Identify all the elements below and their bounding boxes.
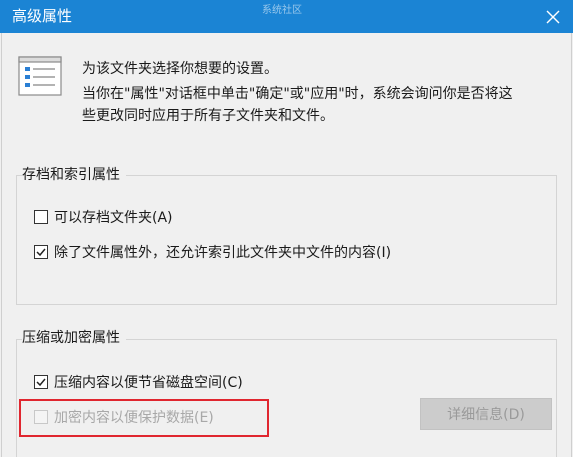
compress-checkbox-row[interactable]: 压缩内容以便节省磁盘空间(C): [34, 372, 243, 392]
archive-checkbox-label: 可以存档文件夹(A): [54, 210, 173, 226]
compress-checkbox-label: 压缩内容以便节省磁盘空间(C): [54, 375, 243, 391]
index-checkbox-row[interactable]: 除了文件属性外，还允许索引此文件夹中文件的内容(I): [34, 242, 391, 262]
highlight-box: [19, 399, 269, 437]
index-checkbox[interactable]: [34, 245, 48, 259]
window-title: 高级属性: [12, 7, 73, 25]
intro-line-2: 当你在"属性"对话框中单击"确定"或"应用"时，系统会询问你是否将这: [82, 86, 513, 102]
index-checkbox-label: 除了文件属性外，还允许索引此文件夹中文件的内容(I): [54, 245, 392, 261]
watermark-text: 系统社区: [262, 5, 302, 16]
compress-group-label: 压缩或加密属性: [22, 328, 126, 348]
archive-index-group: [16, 175, 557, 305]
close-icon: [546, 10, 560, 23]
checkmark-icon: [36, 248, 46, 257]
archive-group-label: 存档和索引属性: [22, 165, 126, 185]
checkmark-icon: [36, 378, 46, 387]
details-button[interactable]: 详细信息(D): [420, 398, 552, 430]
document-list-icon: [18, 56, 62, 96]
archive-checkbox[interactable]: [34, 210, 48, 224]
close-button[interactable]: [533, 0, 573, 33]
title-bar: 高级属性 系统社区: [0, 0, 573, 33]
archive-checkbox-row[interactable]: 可以存档文件夹(A): [34, 207, 173, 227]
intro-line-1: 为该文件夹选择你想要的设置。: [82, 61, 278, 77]
compress-checkbox[interactable]: [34, 375, 48, 389]
intro-line-3: 些更改同时应用于所有子文件夹和文件。: [82, 108, 334, 124]
